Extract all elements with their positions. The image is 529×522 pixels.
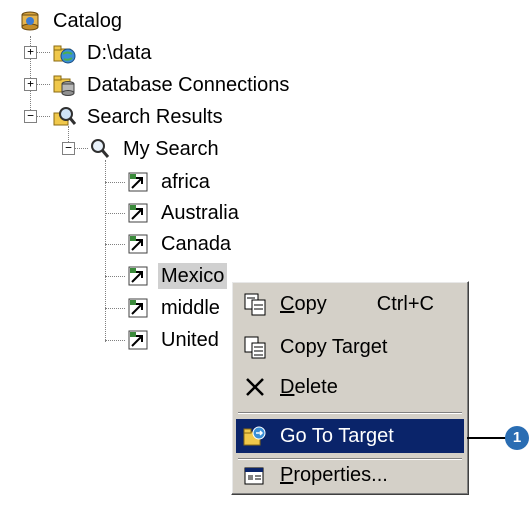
- collapse-minus-icon[interactable]: −: [24, 110, 37, 123]
- menu-item-label: Properties...: [280, 464, 464, 487]
- menu-separator: [238, 412, 462, 414]
- tree-item-label: Database Connections: [87, 74, 290, 96]
- search-result-label: Mexico: [158, 263, 228, 289]
- tree-item-label: Search Results: [87, 106, 223, 128]
- tree-item-label: Catalog: [53, 10, 122, 32]
- expand-plus-icon[interactable]: +: [24, 78, 37, 91]
- expand-plus-icon[interactable]: +: [24, 46, 37, 59]
- search-result-item[interactable]: africa: [126, 167, 213, 197]
- menu-item-label: Go To Target: [280, 424, 394, 447]
- tree-item-database-connections[interactable]: Database Connections: [52, 70, 292, 100]
- menu-item-delete[interactable]: Delete: [236, 370, 464, 404]
- tree-connector: [105, 276, 125, 277]
- tree-item-d-data[interactable]: D:\data: [52, 38, 154, 68]
- tree-connector: [105, 244, 125, 245]
- shortcut-icon: [126, 296, 150, 320]
- tree-connector: [74, 148, 88, 149]
- tree-connector: [105, 160, 106, 342]
- tree-connector: [105, 213, 125, 214]
- tree-connector: [105, 308, 125, 309]
- tree-connector: [36, 84, 50, 85]
- search-result-item[interactable]: Canada: [126, 229, 234, 259]
- callout-line: [467, 437, 507, 439]
- context-menu: Copy Ctrl+C Copy Target Delete Go To Tar…: [231, 281, 469, 495]
- delete-icon: [242, 374, 268, 400]
- search-results-icon: [52, 105, 77, 129]
- menu-item-label: Delete: [280, 376, 464, 399]
- search-result-item-selected[interactable]: Mexico: [126, 261, 228, 291]
- shortcut-icon: [126, 264, 150, 288]
- catalog-icon: [18, 9, 42, 33]
- menu-item-shortcut: Ctrl+C: [376, 292, 434, 315]
- shortcut-icon: [126, 201, 150, 225]
- collapse-minus-icon[interactable]: −: [62, 142, 75, 155]
- tree-connector: [36, 52, 50, 53]
- search-result-label: Australia: [161, 202, 239, 224]
- search-result-item[interactable]: middle: [126, 293, 223, 323]
- copy-icon: [242, 291, 268, 317]
- tree-item-search-results[interactable]: Search Results: [52, 102, 226, 132]
- tree-item-label: My Search: [123, 138, 219, 160]
- menu-item-label-rest: opy: [294, 292, 327, 315]
- tree-connector: [105, 182, 125, 183]
- folder-globe-icon: [52, 41, 76, 65]
- menu-item-properties[interactable]: Properties...: [236, 458, 464, 492]
- menu-item-copy-target[interactable]: Copy Target: [236, 330, 464, 364]
- shortcut-icon: [126, 232, 150, 256]
- menu-item-label: Copy Target: [280, 335, 388, 358]
- tree-item-label: D:\data: [87, 42, 152, 64]
- search-result-item[interactable]: Australia: [126, 198, 242, 228]
- tree-item-my-search[interactable]: My Search: [88, 134, 222, 164]
- search-result-label: africa: [161, 171, 210, 193]
- shortcut-icon: [126, 170, 150, 194]
- mnemonic-letter: C: [280, 292, 295, 315]
- step-callout-badge: 1: [505, 426, 529, 450]
- tree-connector: [105, 340, 125, 341]
- search-result-label: United: [161, 329, 219, 351]
- menu-item-label-rest: roperties...: [293, 463, 388, 486]
- copy-target-icon: [242, 334, 268, 360]
- menu-item-go-to-target[interactable]: Go To Target: [236, 419, 464, 453]
- search-result-label: middle: [161, 297, 220, 319]
- magnifier-icon: [88, 137, 112, 161]
- search-result-label: Canada: [161, 233, 232, 255]
- search-result-item[interactable]: United: [126, 325, 222, 355]
- menu-item-label-rest: elete: [294, 375, 338, 398]
- mnemonic-letter: P: [280, 463, 294, 486]
- properties-icon: [242, 462, 268, 488]
- database-connections-icon: [52, 73, 76, 97]
- shortcut-icon: [126, 328, 150, 352]
- tree-root-catalog[interactable]: Catalog: [18, 6, 125, 36]
- menu-item-label: Copy: [280, 293, 377, 316]
- menu-item-copy[interactable]: Copy Ctrl+C: [236, 287, 464, 321]
- tree-connector: [36, 116, 50, 117]
- go-to-target-icon: [242, 423, 268, 449]
- mnemonic-letter: D: [280, 375, 295, 398]
